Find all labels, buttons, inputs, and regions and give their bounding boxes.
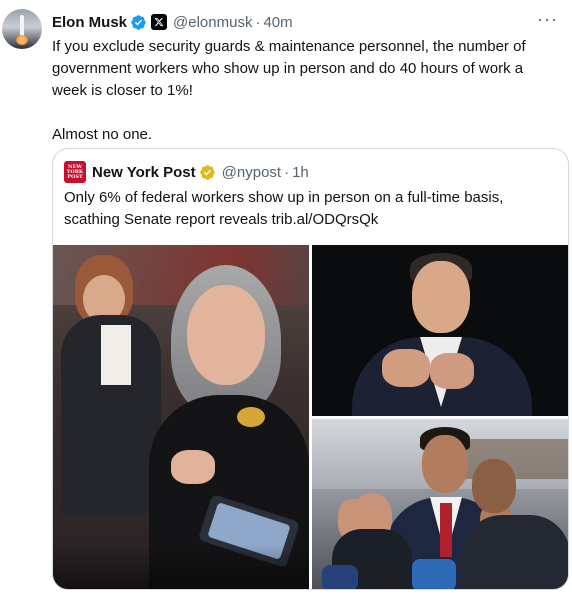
media-photo-senator[interactable] [53,245,309,589]
tweet-text: If you exclude security guards & mainten… [52,36,557,146]
header-separator: · [255,13,261,31]
quoted-separator: · [284,163,290,181]
more-options-icon[interactable]: ··· [537,9,558,30]
quoted-media-grid [53,245,568,589]
nypost-logo[interactable]: NEW YORK POST [64,161,86,183]
gold-verified-icon [199,164,215,180]
quoted-tweet[interactable]: NEW YORK POST New York Post @nypost · 1h… [52,148,569,590]
quoted-author-name[interactable]: New York Post [92,164,196,181]
media-photo-elon[interactable] [312,245,568,416]
avatar-rocket [20,15,24,37]
tweet-header: Elon Musk @elonmusk · 40m ··· [52,9,558,33]
author-avatar[interactable] [2,9,42,49]
quoted-time[interactable]: 1h [292,164,309,181]
quoted-author-handle[interactable]: @nypost [222,164,281,181]
avatar-flame [16,35,28,45]
verified-badge-icon [131,14,146,30]
author-name[interactable]: Elon Musk [52,14,127,31]
tweet-paragraph: Almost no one. [52,126,153,143]
author-handle[interactable]: @elonmusk [173,14,252,31]
tweet-time[interactable]: 40m [263,14,292,31]
quoted-text: Only 6% of federal workers show up in pe… [64,189,504,228]
x-logo-icon [154,17,164,27]
tweet-paragraph: If you exclude security guards & mainten… [52,38,526,99]
quoted-header: NEW YORK POST New York Post @nypost · 1h [64,161,309,183]
media-photo-speaker[interactable] [312,419,568,589]
x-affiliate-icon[interactable] [151,14,168,30]
